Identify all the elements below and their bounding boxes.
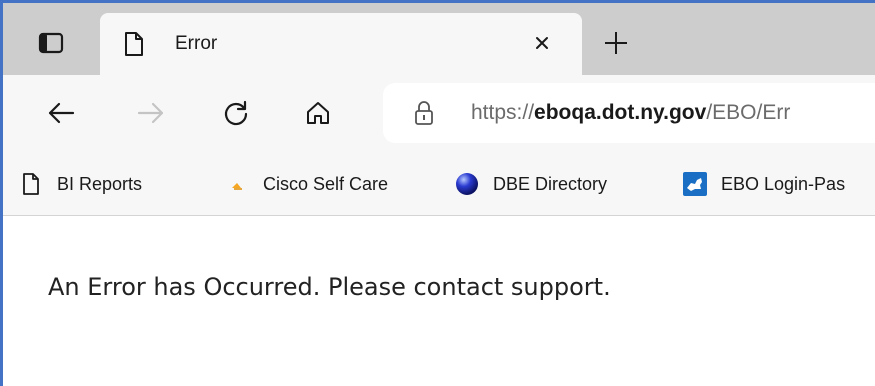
url-prefix: https:// — [471, 101, 535, 124]
page-icon — [23, 173, 39, 195]
plus-icon — [605, 32, 627, 54]
page-content: An Error has Occurred. Please contact su… — [3, 216, 875, 386]
close-icon — [536, 37, 548, 49]
refresh-icon — [224, 100, 248, 126]
cisco-icon — [232, 183, 242, 190]
favorite-label: EBO Login-Pas — [721, 173, 846, 194]
address-bar[interactable]: https://eboqa.dot.ny.gov/EBO/Err — [383, 83, 875, 143]
tab-actions-button[interactable] — [17, 17, 85, 69]
browser-window: Error https://eboqa.dot.ny.gov/EBO/Err B… — [0, 0, 875, 386]
lock-icon[interactable] — [413, 99, 435, 127]
favorite-label: BI Reports — [57, 173, 143, 194]
home-button[interactable] — [298, 93, 338, 133]
error-message: An Error has Occurred. Please contact su… — [48, 273, 611, 301]
navigation-toolbar: https://eboqa.dot.ny.gov/EBO/Err — [3, 75, 875, 155]
favorite-bi-reports[interactable]: BI Reports — [19, 167, 142, 201]
back-button[interactable] — [41, 93, 81, 133]
url-path: /EBO/Err — [706, 101, 791, 124]
favorite-ebo-login[interactable]: EBO Login-Pas — [683, 167, 845, 201]
tab-error[interactable]: Error — [100, 13, 582, 75]
tab-title: Error — [175, 33, 218, 54]
url-text[interactable]: https://eboqa.dot.ny.gov/EBO/Err — [471, 101, 790, 125]
tab-strip: Error — [3, 3, 875, 75]
globe-icon — [456, 173, 478, 195]
favorite-cisco-self-care[interactable]: Cisco Self Care — [225, 167, 388, 201]
favorite-label: Cisco Self Care — [263, 173, 389, 194]
ny-state-icon — [683, 172, 707, 196]
url-domain: eboqa.dot.ny.gov — [534, 101, 707, 124]
favorites-bar: BI Reports Cisco Self Care DBE Directory… — [3, 155, 875, 216]
new-tab-button[interactable] — [598, 25, 634, 61]
tab-actions-icon — [38, 32, 64, 54]
back-arrow-icon — [48, 102, 75, 124]
forward-button[interactable] — [131, 93, 171, 133]
favorite-label: DBE Directory — [493, 173, 608, 194]
favorite-dbe-directory[interactable]: DBE Directory — [455, 167, 607, 201]
home-icon — [307, 102, 329, 124]
page-icon — [125, 32, 143, 56]
forward-arrow-icon — [137, 102, 164, 124]
tab-close-button[interactable] — [528, 29, 556, 57]
refresh-button[interactable] — [216, 93, 256, 133]
